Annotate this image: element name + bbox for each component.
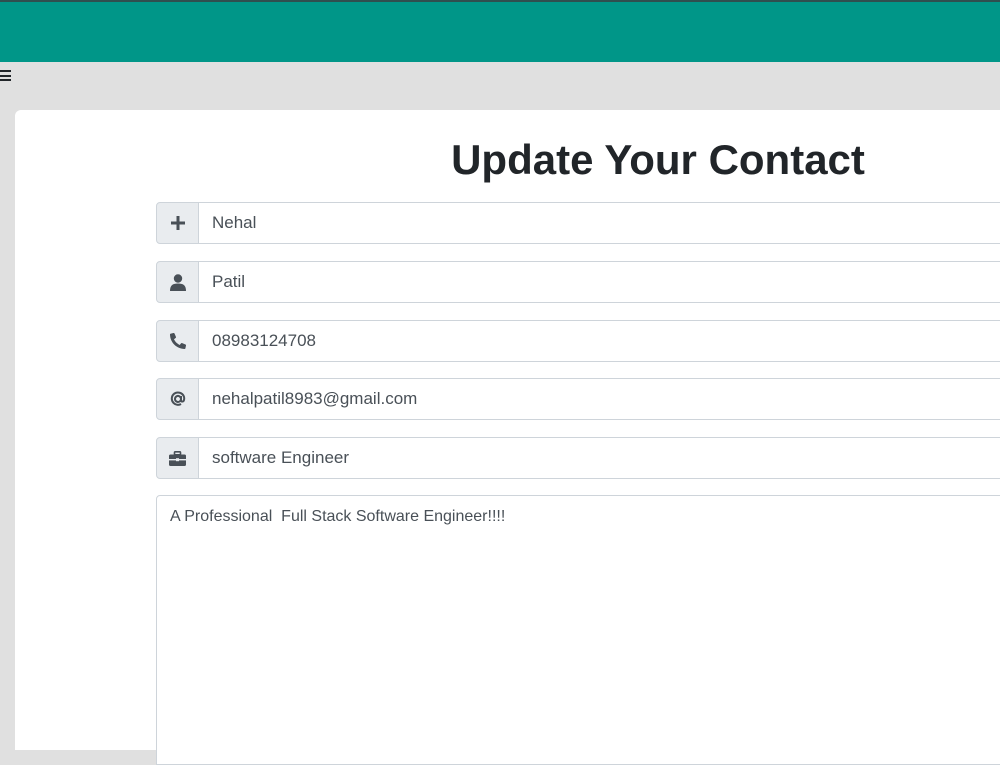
description-textarea[interactable]: A Professional Full Stack Software Engin… (156, 495, 1000, 765)
first-name-row (156, 202, 1000, 244)
work-row (156, 437, 1000, 479)
work-field[interactable] (199, 437, 1000, 479)
email-row (156, 378, 1000, 420)
hamburger-menu-icon[interactable] (0, 70, 14, 86)
email-field[interactable] (199, 378, 1000, 420)
first-name-field[interactable] (199, 202, 1000, 244)
user-icon (156, 261, 199, 303)
at-sign-icon (156, 378, 199, 420)
last-name-row (156, 261, 1000, 303)
last-name-field[interactable] (199, 261, 1000, 303)
top-app-bar (0, 0, 1000, 62)
phone-field[interactable] (199, 320, 1000, 362)
page-title: Update Your Contact (451, 136, 865, 183)
phone-row (156, 320, 1000, 362)
briefcase-icon (156, 437, 199, 479)
plus-icon (156, 202, 199, 244)
phone-icon (156, 320, 199, 362)
